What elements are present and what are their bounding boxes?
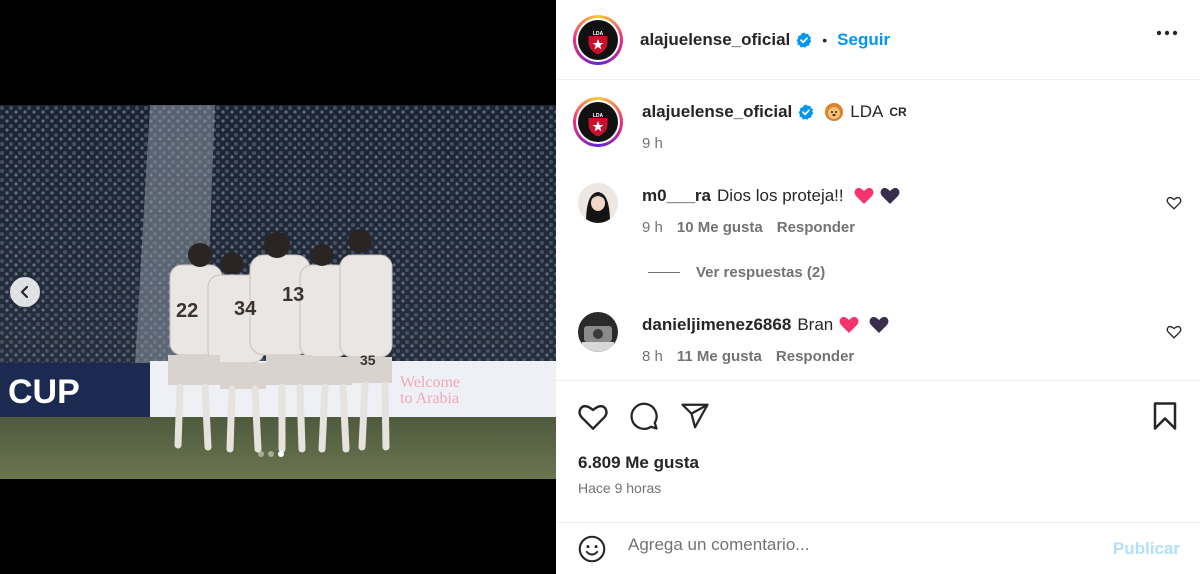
carousel-indicator xyxy=(258,451,284,457)
svg-text:LDA: LDA xyxy=(593,31,604,37)
caption: alajuelense_oficial LDA CR xyxy=(642,102,907,122)
story-ring[interactable]: LDA xyxy=(573,15,623,65)
lion-emoji-icon xyxy=(825,103,844,121)
carousel-dot-active xyxy=(278,451,284,457)
comment-time: 9 h xyxy=(642,219,663,236)
more-options-icon[interactable] xyxy=(1156,30,1178,36)
club-logo-avatar: LDA xyxy=(578,20,618,60)
caption-time: 9 h xyxy=(642,135,663,152)
country-flag-text: CR xyxy=(889,105,907,119)
emoji-icon[interactable] xyxy=(578,535,606,563)
user-avatar-image xyxy=(578,312,618,352)
caption-story-ring[interactable]: LDA xyxy=(573,97,623,147)
reply-button[interactable]: Responder xyxy=(777,219,855,236)
comment-time: 8 h xyxy=(642,348,663,365)
account-username[interactable]: alajuelense_oficial xyxy=(640,30,790,50)
svg-text:35: 35 xyxy=(360,352,376,368)
post-photo: 22 34 13 35 CUP Welcome to Arabia xyxy=(0,105,556,479)
chevron-left-icon xyxy=(20,285,29,299)
banner-cup-text: CUP xyxy=(8,373,80,411)
comment-like-icon[interactable] xyxy=(1166,195,1182,210)
comment-text: Dios los proteja!! xyxy=(717,186,844,205)
comment-username[interactable]: m0___ra xyxy=(642,186,711,206)
bookmark-icon[interactable] xyxy=(1152,401,1178,431)
instagram-post-modal: 22 34 13 35 CUP Welcome to Arabia LDA al… xyxy=(0,0,1200,574)
header-separator: • xyxy=(822,32,828,48)
view-replies-button[interactable]: Ver respuestas (2) xyxy=(648,264,825,281)
publish-button[interactable]: Publicar xyxy=(1113,539,1180,559)
comment-body: m0___ra Dios los proteja!! xyxy=(642,186,900,206)
comment-meta: 8 h 11 Me gusta Responder xyxy=(642,348,854,365)
reply-button[interactable]: Responder xyxy=(776,348,854,365)
svg-text:22: 22 xyxy=(176,300,198,322)
comment-icon[interactable] xyxy=(629,401,659,431)
comment-composer: Publicar xyxy=(556,522,1200,574)
comment-avatar[interactable] xyxy=(578,312,618,352)
comment-text: Bran xyxy=(797,315,834,334)
comment-avatar[interactable] xyxy=(578,183,618,223)
pink-heart-icon xyxy=(854,187,874,204)
banner-welcome-text: Welcome xyxy=(400,374,460,391)
comment-like-count[interactable]: 10 Me gusta xyxy=(677,219,763,236)
svg-text:13: 13 xyxy=(282,284,304,306)
post-timestamp: Hace 9 horas xyxy=(578,480,662,496)
purple-heart-icon xyxy=(880,187,900,204)
carousel-prev-button[interactable] xyxy=(10,277,40,307)
pink-heart-icon xyxy=(839,316,859,333)
comment-body: danieljimenez6868 Bran xyxy=(642,315,889,335)
verified-badge-icon xyxy=(796,32,812,48)
caption-username[interactable]: alajuelense_oficial xyxy=(642,102,792,122)
carousel-dot xyxy=(258,451,264,457)
follow-button[interactable]: Seguir xyxy=(837,30,890,50)
view-replies-label: Ver respuestas (2) xyxy=(696,264,826,281)
post-actions xyxy=(556,380,1200,520)
verified-badge-icon xyxy=(798,104,814,120)
comment-input[interactable] xyxy=(628,535,1088,555)
like-count[interactable]: 6.809 Me gusta xyxy=(578,453,699,473)
post-header: LDA alajuelense_oficial • Seguir xyxy=(556,0,1200,80)
caption-text: LDA xyxy=(850,102,884,121)
purple-heart-icon xyxy=(869,316,889,333)
comment-like-count[interactable]: 11 Me gusta xyxy=(677,348,762,365)
comment-username[interactable]: danieljimenez6868 xyxy=(642,315,791,335)
comment-meta: 9 h 10 Me gusta Responder xyxy=(642,219,855,236)
club-logo-avatar: LDA xyxy=(578,102,618,142)
svg-text:34: 34 xyxy=(234,298,257,320)
share-icon[interactable] xyxy=(680,401,710,431)
svg-text:LDA: LDA xyxy=(593,113,604,119)
post-side-panel: LDA alajuelense_oficial • Seguir LDA ala… xyxy=(556,0,1200,574)
user-avatar-image xyxy=(578,183,618,223)
comment-like-icon[interactable] xyxy=(1166,324,1182,339)
banner-arabia-text: to Arabia xyxy=(400,390,459,407)
post-media: 22 34 13 35 CUP Welcome to Arabia xyxy=(0,0,556,574)
carousel-dot xyxy=(268,451,274,457)
replies-divider xyxy=(648,272,680,273)
like-heart-icon[interactable] xyxy=(577,401,609,431)
